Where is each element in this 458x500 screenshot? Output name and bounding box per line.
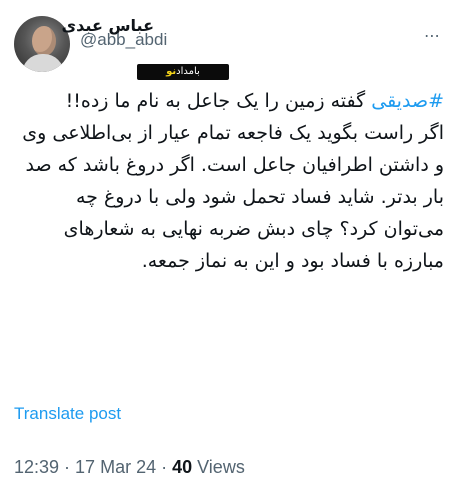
- tweet-text: #صدیقی گفته زمین را یک جاعل به نام ما زد…: [12, 85, 444, 277]
- tweet-body: گفته زمین را یک جاعل به نام ما زده!! اگر…: [22, 90, 444, 272]
- post-date[interactable]: 17 Mar 24: [75, 457, 156, 477]
- translate-post-link[interactable]: Translate post: [14, 404, 121, 424]
- user-handle[interactable]: @abb_abdi: [80, 30, 167, 50]
- post-time[interactable]: 12:39: [14, 457, 59, 477]
- avatar-face: [32, 26, 56, 56]
- watermark-accent: نو: [166, 66, 177, 77]
- watermark-text: بامداد: [176, 66, 200, 77]
- views-count: 40: [172, 457, 193, 477]
- post-meta: 12:39 · 17 Mar 24 · 40 Views: [14, 457, 245, 478]
- hashtag-link[interactable]: #صدیقی: [371, 90, 444, 112]
- avatar-body: [22, 54, 64, 72]
- meta-separator: ·: [156, 457, 173, 477]
- tweet-header: عباس عبدی ⋯: [14, 14, 444, 72]
- watermark-logo: بامدادنو: [137, 64, 229, 80]
- meta-separator: ·: [59, 457, 76, 477]
- views-label: Views: [192, 457, 245, 477]
- more-icon[interactable]: ⋯: [420, 24, 444, 48]
